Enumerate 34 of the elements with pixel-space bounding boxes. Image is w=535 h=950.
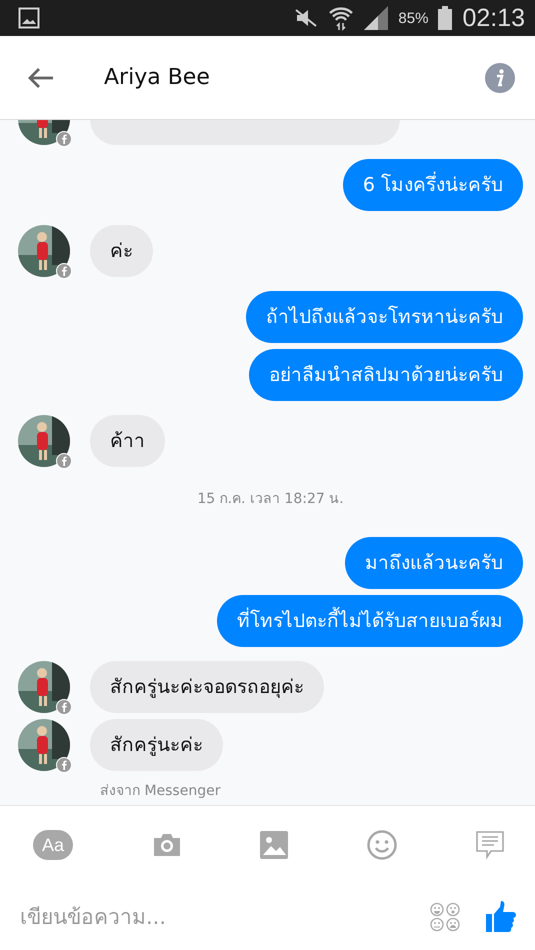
- contact-name: Ariya Bee: [104, 65, 211, 90]
- messenger-badge-icon: [56, 131, 72, 147]
- back-arrow-icon[interactable]: [28, 66, 54, 88]
- smiley-icon[interactable]: [366, 830, 396, 860]
- text-button[interactable]: Aa: [33, 830, 73, 860]
- info-icon[interactable]: [485, 62, 515, 92]
- camera-icon[interactable]: [152, 832, 182, 858]
- received-message: ค้าา: [90, 415, 165, 467]
- clock: 02:13: [462, 4, 525, 32]
- received-message: สักครู่นะค่ะจอดรถอยุค่ะ: [90, 661, 324, 713]
- sent-from-label: ส่งจาก Messenger: [100, 782, 222, 801]
- emoji-grid-icon[interactable]: [429, 902, 461, 932]
- image-icon[interactable]: [260, 831, 288, 859]
- thumbs-up-icon[interactable]: [485, 901, 517, 933]
- sent-message: ที่โทรไปตะกี้ไม่ได้รับสายเบอร์ผม: [217, 595, 523, 647]
- mute-icon: [294, 8, 318, 28]
- gallery-icon: [18, 7, 40, 29]
- sent-message: อย่าลืมนำสลิปมาด้วยน่ะครับ: [249, 349, 523, 401]
- received-message: สักครู่นะค่ะ: [90, 719, 223, 771]
- sent-message: มาถึงแล้วนะครับ: [345, 537, 523, 589]
- battery-icon: [438, 6, 452, 30]
- wifi-icon: [328, 5, 354, 31]
- messenger-badge-icon: [56, 699, 72, 715]
- sent-message: ถ้าไปถึงแล้วจะโทรหาน่ะครับ: [246, 291, 523, 343]
- signal-icon: [364, 6, 388, 30]
- message-input[interactable]: เขียนข้อความ...: [18, 904, 405, 930]
- chat-bubble-icon[interactable]: [475, 830, 505, 860]
- messenger-badge-icon: [56, 263, 72, 279]
- received-message: ค่ะ: [90, 225, 153, 277]
- timestamp: 15 ก.ค. เวลา 18:27 น.: [196, 490, 345, 509]
- sent-message: 6 โมงครึ่งน่ะครับ: [342, 159, 523, 211]
- battery-percentage: 85%: [398, 10, 428, 26]
- messenger-badge-icon: [56, 453, 72, 469]
- messenger-badge-icon: [56, 757, 72, 773]
